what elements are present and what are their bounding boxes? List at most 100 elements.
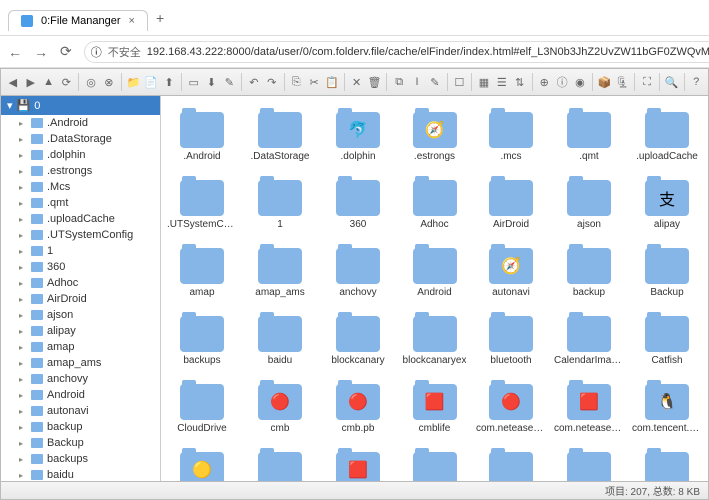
help-button[interactable]: ? [688, 72, 704, 92]
cut-button[interactable]: ✂ [306, 72, 322, 92]
folder-item[interactable]: .mcs [474, 104, 548, 164]
folder-item[interactable]: backup [552, 240, 626, 300]
getfile-button[interactable]: ✎ [221, 72, 237, 92]
tree-item[interactable]: ▸amap [1, 339, 160, 355]
reload-button[interactable]: ⟳ [58, 72, 74, 92]
tree-item[interactable]: ▸alipay [1, 323, 160, 339]
tree-item[interactable]: ▸360 [1, 259, 160, 275]
tree-item[interactable]: ▸ajson [1, 307, 160, 323]
paste-button[interactable]: 📋 [324, 72, 340, 92]
reload-button[interactable]: ⟳ [60, 43, 72, 60]
folder-item[interactable]: .qmt [552, 104, 626, 164]
folder-item[interactable]: com.tencent.mobileqq [630, 376, 704, 436]
folder-item[interactable]: bluetooth [474, 308, 548, 368]
undo-button[interactable]: ↶ [246, 72, 262, 92]
preview-button[interactable]: ◉ [572, 72, 588, 92]
tree-item[interactable]: ▸.UTSystemConfig [1, 227, 160, 243]
nav-back-button[interactable]: ◀ [5, 72, 21, 92]
info-button[interactable]: ⓘ [554, 72, 570, 92]
tree-root[interactable]: ▾ 💾 0 [1, 96, 160, 115]
folder-tree[interactable]: ▾ 💾 0 ▸.Android▸.DataStorage▸.dolphin▸.e… [1, 96, 161, 481]
tree-item[interactable]: ▸Android [1, 387, 160, 403]
tree-item[interactable]: ▸1 [1, 243, 160, 259]
info-icon[interactable]: ⓘ [91, 44, 102, 60]
upload-button[interactable]: ⬆ [161, 72, 177, 92]
folder-item[interactable]: 360 [321, 172, 395, 232]
tree-item[interactable]: ▸.qmt [1, 195, 160, 211]
folder-item[interactable]: Adhoc [399, 172, 470, 232]
netunmount-button[interactable]: ⊗ [101, 72, 117, 92]
folder-item[interactable]: .Android [165, 104, 239, 164]
redo-button[interactable]: ↷ [264, 72, 280, 92]
folder-item[interactable]: .estrongs [399, 104, 470, 164]
search-button[interactable]: 🔍 [664, 72, 680, 92]
tree-item[interactable]: ▸Backup [1, 435, 160, 451]
rename-button[interactable]: I [409, 72, 425, 92]
delete-button[interactable]: ✕ [349, 72, 365, 92]
view-icons-button[interactable]: ▦ [476, 72, 492, 92]
nav-forward-button[interactable]: ▶ [23, 72, 39, 92]
tree-item[interactable]: ▸autonavi [1, 403, 160, 419]
folder-item[interactable]: backups [165, 308, 239, 368]
folder-item[interactable]: CY [474, 444, 548, 481]
mkdir-button[interactable]: 📁 [126, 72, 142, 92]
archive-button[interactable]: 🗜 [614, 72, 630, 92]
selectall-button[interactable]: ☐ [451, 72, 467, 92]
new-tab-button[interactable]: + [156, 10, 164, 26]
download-button[interactable]: ⬇ [204, 72, 220, 92]
tree-item[interactable]: ▸.uploadCache [1, 211, 160, 227]
tree-item[interactable]: ▸baidu [1, 467, 160, 481]
folder-item[interactable]: baidu [243, 308, 317, 368]
url-field[interactable]: ⓘ 不安全 192.168.43.222:8000/data/user/0/co… [84, 41, 709, 63]
empty-button[interactable]: 🗑 [367, 72, 383, 92]
view-list-button[interactable]: ☰ [494, 72, 510, 92]
tree-item[interactable]: ▸.DataStorage [1, 131, 160, 147]
mkfile-button[interactable]: 📄 [143, 72, 159, 92]
folder-item[interactable]: cyan [552, 444, 626, 481]
folder-item[interactable]: anchovy [321, 240, 395, 300]
folder-item[interactable]: .dolphin [321, 104, 395, 164]
folder-item[interactable]: .uploadCache [630, 104, 704, 164]
folder-item[interactable]: amap_ams [243, 240, 317, 300]
folder-item[interactable]: cmb [243, 376, 317, 436]
folder-item[interactable]: com.netease.cloudmusic [474, 376, 548, 436]
folder-item[interactable]: amap [165, 240, 239, 300]
tree-item[interactable]: ▸backups [1, 451, 160, 467]
fullscreen-button[interactable]: ⛶ [639, 72, 655, 92]
tab-close-icon[interactable]: × [129, 15, 135, 27]
forward-button[interactable]: → [34, 44, 48, 60]
folder-item[interactable]: ctaccount [399, 444, 470, 481]
tree-item[interactable]: ▸anchovy [1, 371, 160, 387]
folder-item[interactable]: com.youdao.dict [321, 444, 395, 481]
folder-item[interactable]: alipay [630, 172, 704, 232]
copy-button[interactable]: ⎘ [288, 72, 304, 92]
nav-up-button[interactable]: ▲ [41, 72, 57, 92]
folder-item[interactable]: .DataStorage [243, 104, 317, 164]
extract-button[interactable]: 📦 [597, 72, 613, 92]
folder-item[interactable]: 1 [243, 172, 317, 232]
places-button[interactable]: ⊕ [536, 72, 552, 92]
folder-item[interactable]: .UTSystemConfig [165, 172, 239, 232]
folder-item[interactable]: Android [399, 240, 470, 300]
folder-item[interactable]: ajson [552, 172, 626, 232]
folder-item[interactable]: blockcanary [321, 308, 395, 368]
folder-item[interactable]: AirDroid [474, 172, 548, 232]
folder-item[interactable]: com.transsion.kom.production [243, 444, 317, 481]
netmount-button[interactable]: ◎ [83, 72, 99, 92]
edit-button[interactable]: ✎ [427, 72, 443, 92]
tree-item[interactable]: ▸AirDroid [1, 291, 160, 307]
tree-item[interactable]: ▸.dolphin [1, 147, 160, 163]
folder-item[interactable]: blockcanaryex [399, 308, 470, 368]
folder-item[interactable]: cmb.pb [321, 376, 395, 436]
duplicate-button[interactable]: ⧉ [391, 72, 407, 92]
file-grid[interactable]: .Android.DataStorage.dolphin.estrongs.mc… [161, 96, 708, 481]
folder-item[interactable]: CalendarImageGenerator [552, 308, 626, 368]
tree-item[interactable]: ▸.Android [1, 115, 160, 131]
sort-button[interactable]: ⇅ [512, 72, 528, 92]
tree-item[interactable]: ▸Adhoc [1, 275, 160, 291]
back-button[interactable]: ← [8, 44, 22, 60]
folder-item[interactable]: com.netease.newsreader… [552, 376, 626, 436]
open-button[interactable]: ▭ [186, 72, 202, 92]
tree-item[interactable]: ▸amap_ams [1, 355, 160, 371]
tree-item[interactable]: ▸.Mcs [1, 179, 160, 195]
